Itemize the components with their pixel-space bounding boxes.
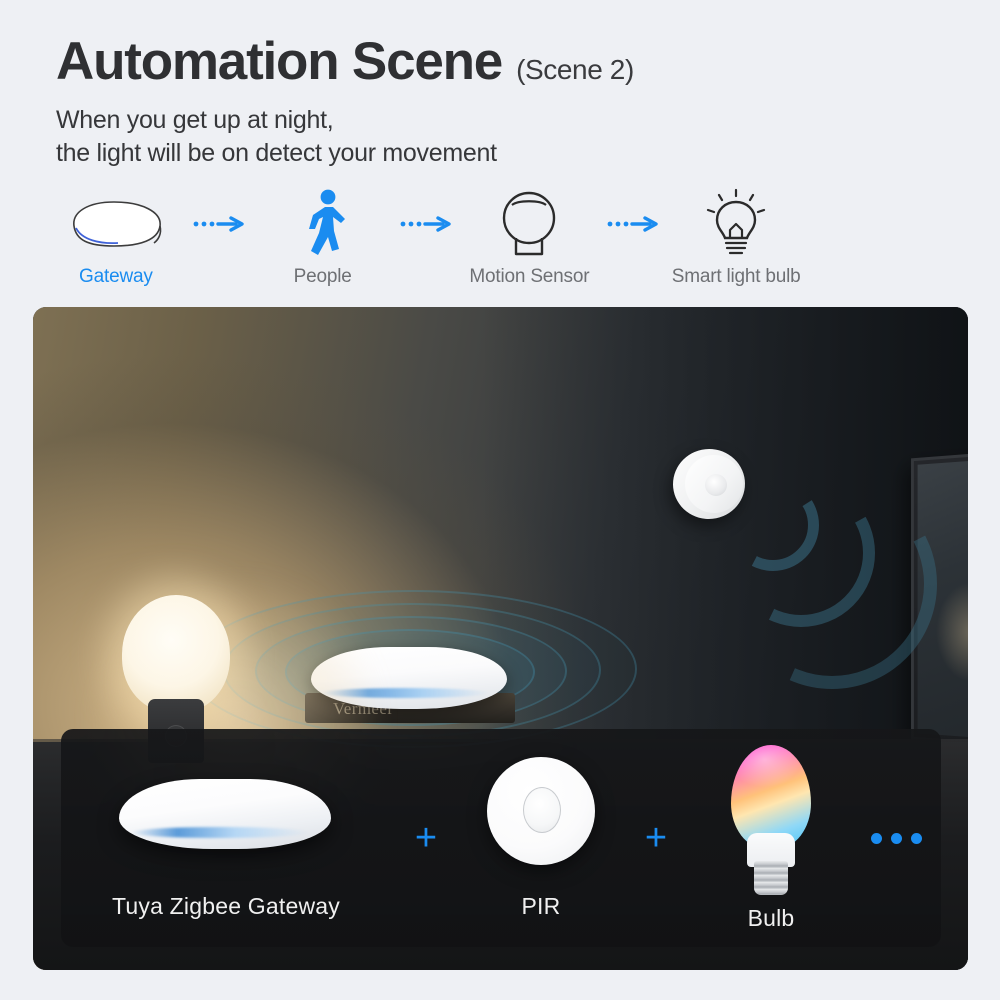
- motion-sensor-icon: [498, 188, 560, 260]
- page-title-suffix: (Scene 2): [516, 54, 634, 85]
- bulb-screw-base: [754, 860, 788, 895]
- bedside-lamp-head: [122, 595, 230, 713]
- title-row: Automation Scene (Scene 2): [56, 34, 956, 90]
- ellipsis-icon: [870, 832, 922, 844]
- flow-arrow-2: [392, 188, 459, 260]
- gateway-led-strip: [131, 826, 309, 838]
- gateway-icon: [62, 188, 170, 260]
- flow-node-gateway: Gateway: [46, 188, 186, 288]
- pir-sensor-product-icon: [487, 756, 595, 865]
- flow-node-smart-bulb: Smart light bulb: [666, 188, 806, 288]
- pir-lens: [523, 786, 561, 833]
- scene-photo: Vermeer Tuya Zigbee Gateway + PIR +: [33, 307, 968, 970]
- product-item-bulb[interactable]: Bulb: [691, 744, 851, 932]
- page-description: When you get up at night, the light will…: [56, 104, 956, 171]
- product-item-gateway[interactable]: Tuya Zigbee Gateway: [61, 757, 391, 920]
- gateway-body: [119, 778, 331, 849]
- description-line-2: the light will be on detect your movemen…: [56, 138, 497, 167]
- rgb-bulb-product-icon: [725, 744, 817, 895]
- wall-motion-sensor-lens: [705, 474, 727, 496]
- flow-label-motion-sensor: Motion Sensor: [469, 266, 590, 287]
- plus-icon-1: +: [414, 817, 438, 859]
- product-label-bulb: Bulb: [747, 904, 795, 931]
- walking-person-icon: [295, 188, 351, 260]
- product-item-pir[interactable]: PIR: [461, 756, 621, 920]
- flow-label-smart-bulb: Smart light bulb: [671, 266, 801, 287]
- product-separator-2: +: [621, 819, 691, 857]
- page-title: Automation Scene: [56, 32, 503, 91]
- more-products-indicator[interactable]: [851, 832, 941, 844]
- flow-node-people: People: [253, 188, 393, 288]
- product-separator-1: +: [391, 819, 461, 857]
- product-label-pir: PIR: [521, 892, 561, 919]
- flow-label-gateway: Gateway: [79, 266, 153, 287]
- page-header: Automation Scene (Scene 2) When you get …: [56, 34, 956, 170]
- flow-node-motion-sensor: Motion Sensor: [460, 188, 600, 288]
- flow-arrow-1: [186, 188, 253, 260]
- flow-arrow-3: [599, 188, 666, 260]
- flow-label-people: People: [293, 266, 352, 287]
- zigbee-gateway-product-icon: [101, 757, 351, 867]
- product-strip: Tuya Zigbee Gateway + PIR + Bulb: [61, 729, 941, 947]
- automation-flow: Gateway People Motion Sensor Smart light…: [46, 188, 806, 288]
- light-bulb-icon: [706, 188, 766, 260]
- product-label-gateway: Tuya Zigbee Gateway: [112, 892, 340, 919]
- description-line-1: When you get up at night,: [56, 105, 334, 134]
- plus-icon-2: +: [644, 817, 668, 859]
